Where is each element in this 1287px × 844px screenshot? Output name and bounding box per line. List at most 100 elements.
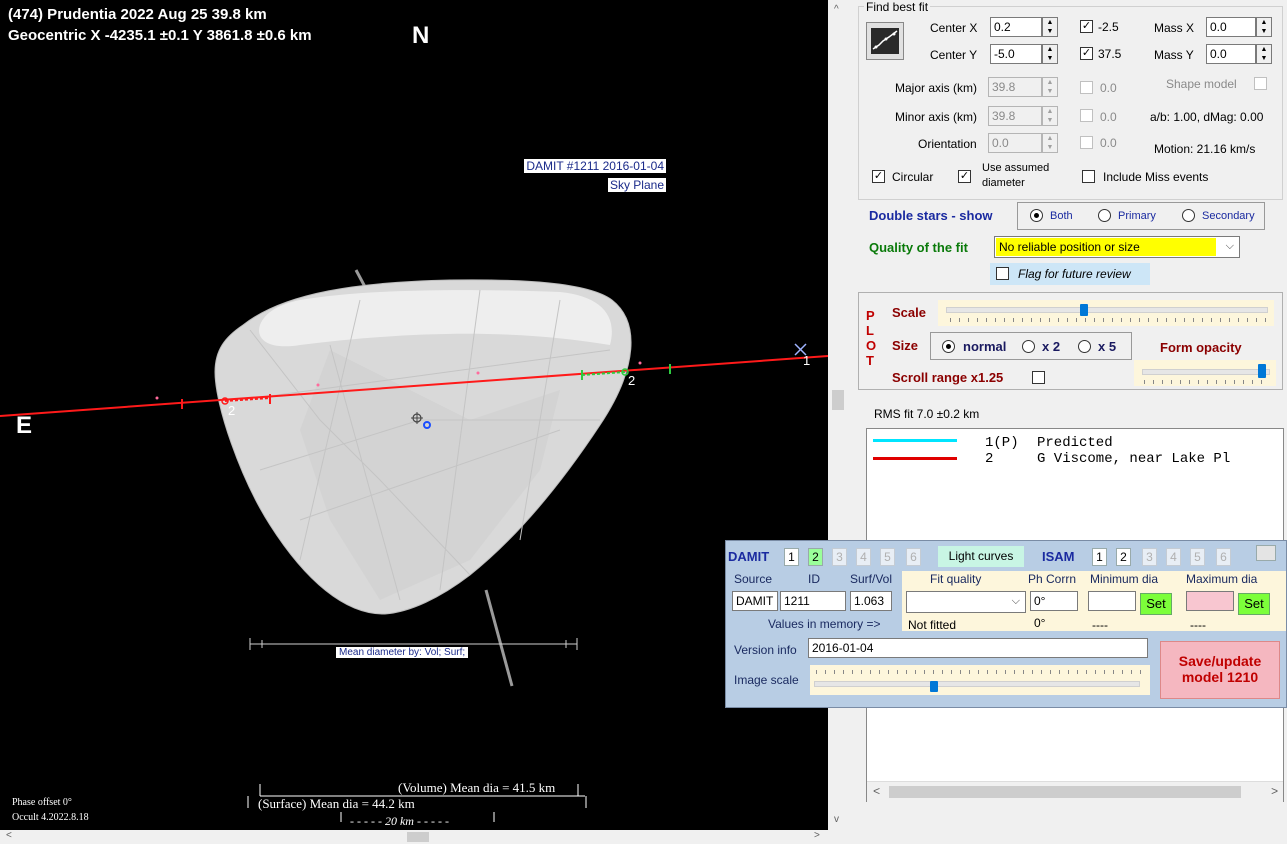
radio-both-label: Both: [1050, 210, 1073, 222]
radio-primary[interactable]: [1098, 209, 1111, 222]
scroll-range-checkbox[interactable]: [1032, 371, 1045, 384]
observed-chord: [0, 343, 828, 822]
save-update-model-button[interactable]: Save/update model 1210: [1160, 641, 1280, 699]
quality-dropdown[interactable]: No reliable position or size ⌵: [994, 236, 1240, 258]
legend-scroll-right-icon[interactable]: >: [1271, 785, 1278, 799]
predicted-number: 1: [803, 353, 811, 368]
fit-quality-dropdown[interactable]: ⌵: [906, 591, 1026, 613]
opacity-slider[interactable]: [1134, 360, 1276, 386]
source-field[interactable]: DAMIT: [732, 591, 778, 611]
use-assumed-label-2: diameter: [982, 177, 1025, 189]
flag-review-row[interactable]: Flag for future review: [990, 263, 1150, 285]
legend-line-observer: [873, 457, 957, 460]
id-field[interactable]: 1211: [780, 591, 846, 611]
damit-model-3[interactable]: 3: [832, 548, 847, 566]
size-normal-radio[interactable]: [942, 340, 955, 353]
col-max-dia: Maximum dia: [1186, 572, 1258, 586]
include-miss-checkbox[interactable]: [1082, 170, 1095, 183]
find-fit-title: Find best fit: [864, 0, 931, 14]
center-y-checkbox[interactable]: ✓: [1080, 47, 1093, 60]
damit-model-2[interactable]: 2: [808, 548, 823, 566]
minor-axis-checkbox[interactable]: [1080, 109, 1093, 122]
circular-checkbox[interactable]: ✓: [872, 170, 885, 183]
scroll-down-icon[interactable]: v: [834, 814, 839, 825]
opacity-slider-thumb[interactable]: [1257, 364, 1266, 378]
center-x-checkbox[interactable]: ✓: [1080, 20, 1093, 33]
damit-model-1[interactable]: 1: [784, 548, 799, 566]
damit-model-4[interactable]: 4: [856, 548, 871, 566]
mass-x-spinner[interactable]: ▲ ▼: [1256, 17, 1272, 37]
damit-model-5[interactable]: 5: [880, 548, 895, 566]
radio-secondary[interactable]: [1182, 209, 1195, 222]
size-x5-radio[interactable]: [1078, 340, 1091, 353]
damit-model-6[interactable]: 6: [906, 548, 921, 566]
scroll-right-icon[interactable]: >: [814, 830, 820, 841]
panel-close-button[interactable]: [1256, 545, 1276, 561]
center-x-check-value: -2.5: [1098, 20, 1119, 34]
isam-model-6[interactable]: 6: [1216, 548, 1231, 566]
use-assumed-checkbox[interactable]: ✓: [958, 170, 971, 183]
plot-horizontal-scrollbar[interactable]: < >: [0, 830, 828, 844]
center-y-spinner[interactable]: ▲ ▼: [1042, 44, 1058, 64]
orientation-spinner[interactable]: ▲ ▼: [1042, 133, 1058, 153]
minor-axis-spinner[interactable]: ▲ ▼: [1042, 106, 1058, 126]
include-miss-label: Include Miss events: [1103, 170, 1209, 184]
isam-model-1[interactable]: 1: [1092, 548, 1107, 566]
phcorr-field[interactable]: 0°: [1030, 591, 1078, 611]
major-axis-input[interactable]: 39.8: [988, 77, 1042, 97]
vscroll-thumb[interactable]: [832, 390, 844, 410]
center-x-spinner[interactable]: ▲ ▼: [1042, 17, 1058, 37]
min-dia-field[interactable]: [1088, 591, 1136, 611]
major-axis-label: Major axis (km): [895, 81, 978, 95]
surfvol-field[interactable]: 1.063: [850, 591, 892, 611]
flag-review-checkbox[interactable]: [996, 267, 1009, 280]
save-button-line1: Save/update: [1178, 653, 1262, 669]
version-info-label: Version info: [734, 643, 797, 657]
shape-model-checkbox[interactable]: [1254, 77, 1267, 90]
isam-model-2[interactable]: 2: [1116, 548, 1131, 566]
legend-scroll-left-icon[interactable]: <: [873, 785, 880, 799]
radio-both[interactable]: [1030, 209, 1043, 222]
isam-model-3[interactable]: 3: [1142, 548, 1157, 566]
set-min-button[interactable]: Set: [1140, 593, 1172, 615]
size-x5-label: x 5: [1098, 339, 1117, 354]
size-x2-radio[interactable]: [1022, 340, 1035, 353]
surface-mean-dia: (Surface) Mean dia = 44.2 km: [258, 796, 415, 811]
isam-model-4[interactable]: 4: [1166, 548, 1181, 566]
plot-canvas[interactable]: (474) Prudentia 2022 Aug 25 39.8 km Geoc…: [0, 0, 828, 830]
mass-y-spinner[interactable]: ▲ ▼: [1256, 44, 1272, 64]
legend-hscrollbar[interactable]: < >: [867, 781, 1283, 802]
col-id: ID: [808, 572, 820, 586]
mass-x-input[interactable]: 0.0: [1206, 17, 1256, 37]
legend-text-2: G Viscome, near Lake Pl: [1037, 451, 1231, 467]
major-axis-spinner[interactable]: ▲ ▼: [1042, 77, 1058, 97]
scale-label: Scale: [892, 305, 926, 320]
radio-primary-label: Primary: [1118, 210, 1156, 222]
best-fit-button[interactable]: [866, 22, 904, 60]
major-axis-checkbox[interactable]: [1080, 81, 1093, 94]
minor-axis-input[interactable]: 39.8: [988, 106, 1042, 126]
scale-bar-label: - - - - - 20 km - - - - -: [350, 814, 449, 828]
legend-scroll-thumb[interactable]: [889, 786, 1241, 798]
quality-label: Quality of the fit: [869, 240, 968, 255]
light-curves-button[interactable]: Light curves: [938, 546, 1024, 567]
orientation-label: Orientation: [918, 137, 977, 151]
mass-y-input[interactable]: 0.0: [1206, 44, 1256, 64]
scroll-left-icon[interactable]: <: [6, 830, 12, 841]
center-x-input[interactable]: 0.2: [990, 17, 1042, 37]
center-y-input[interactable]: -5.0: [990, 44, 1042, 64]
isam-model-5[interactable]: 5: [1190, 548, 1205, 566]
hscroll-thumb[interactable]: [407, 832, 429, 842]
scale-slider[interactable]: [938, 300, 1274, 326]
size-normal-label: normal: [963, 339, 1007, 354]
scroll-up-icon[interactable]: ^: [834, 4, 839, 15]
scale-slider-thumb[interactable]: [1079, 304, 1088, 316]
image-scale-thumb[interactable]: [929, 681, 938, 692]
orientation-checkbox[interactable]: [1080, 136, 1093, 149]
radio-secondary-label: Secondary: [1202, 210, 1255, 222]
orientation-input[interactable]: 0.0: [988, 133, 1042, 153]
version-info-field[interactable]: 2016-01-04: [808, 638, 1148, 658]
max-dia-field[interactable]: [1186, 591, 1234, 611]
image-scale-slider[interactable]: [810, 665, 1150, 695]
set-max-button[interactable]: Set: [1238, 593, 1270, 615]
